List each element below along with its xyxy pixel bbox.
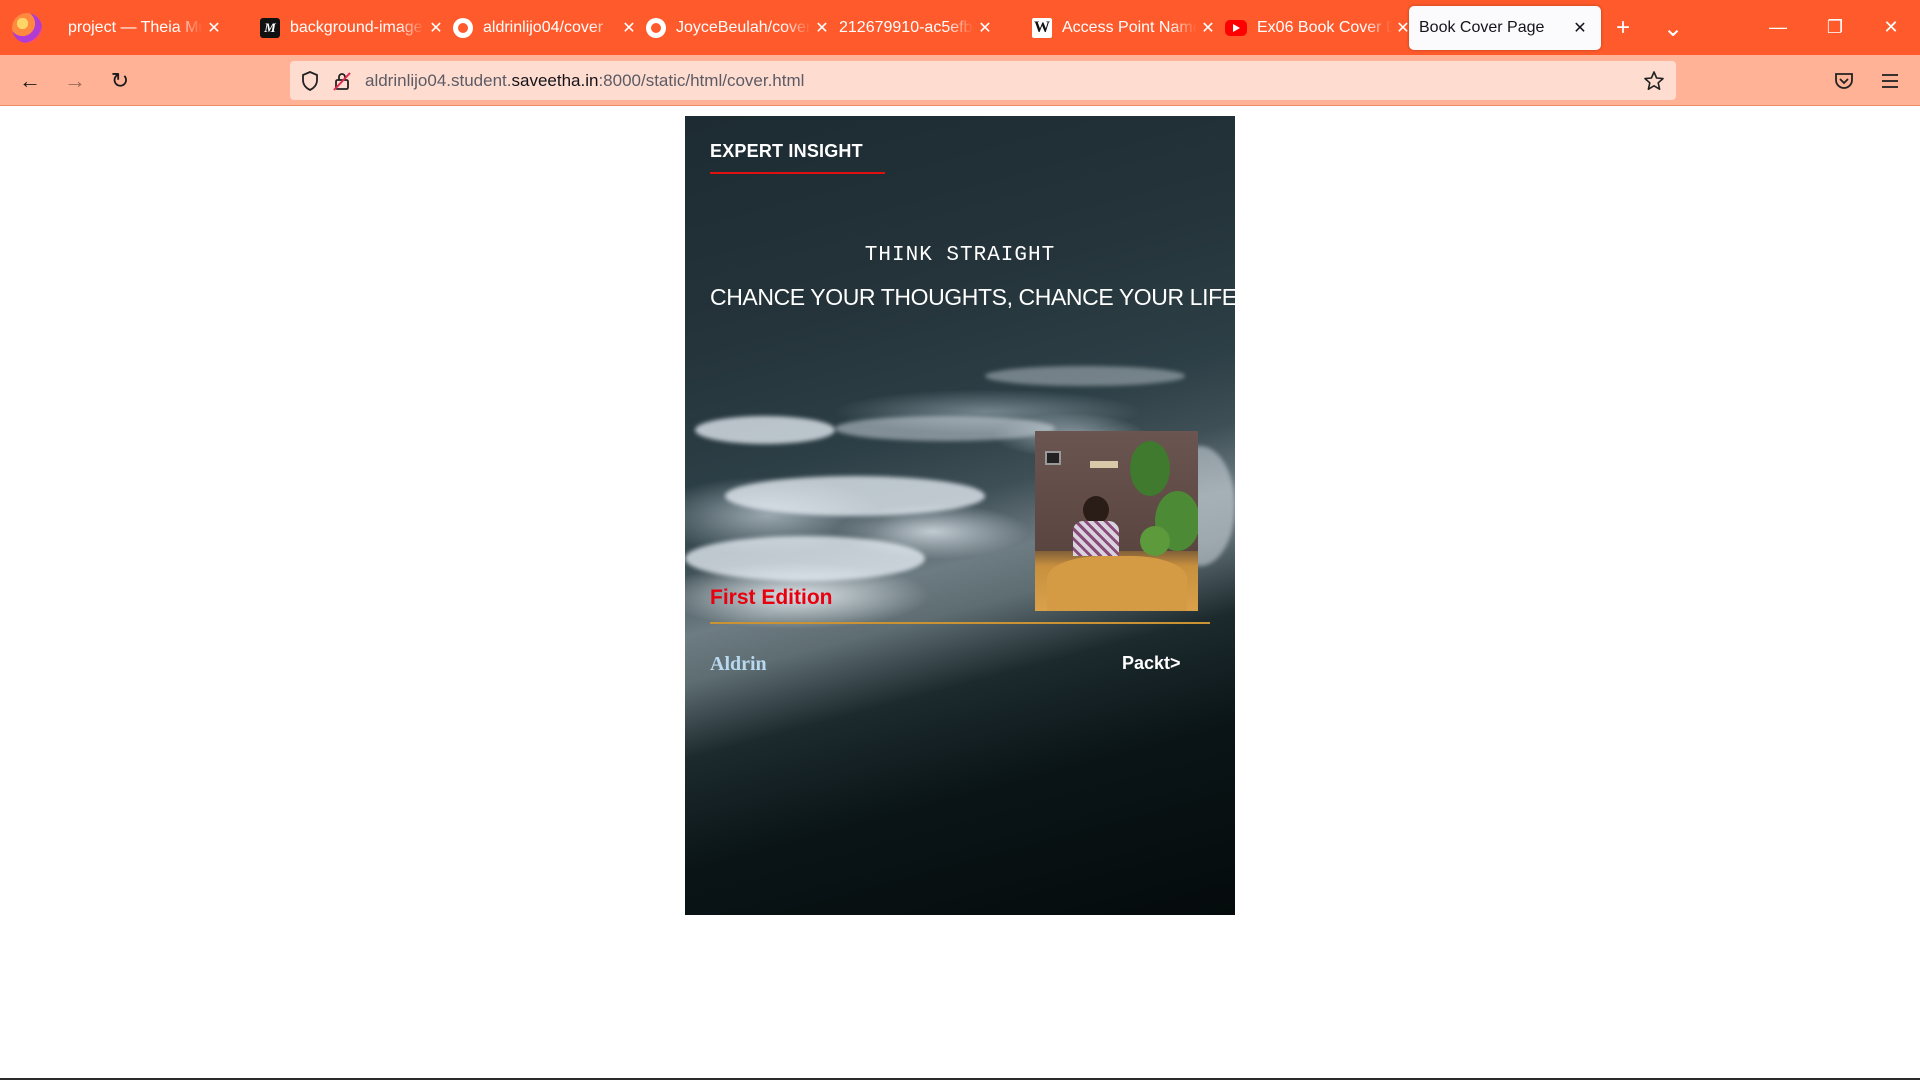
publisher-name: Packt> xyxy=(1122,653,1181,673)
book-cover: EXPERT INSIGHT THINK STRAIGHT CHANCE YOU… xyxy=(685,116,1235,915)
wave-foam xyxy=(725,476,985,516)
label-underline xyxy=(710,172,885,174)
tab-wikipedia[interactable]: W Access Point Name ✕ xyxy=(1032,6,1217,50)
medium-icon: M xyxy=(260,18,280,38)
tab-title: JoyceBeulah/cover xyxy=(676,19,811,36)
close-icon[interactable]: ✕ xyxy=(976,18,994,38)
tab-title: Access Point Name xyxy=(1062,19,1197,36)
close-icon[interactable]: ✕ xyxy=(427,18,445,38)
window-close-button[interactable]: ✕ xyxy=(1868,8,1914,46)
bookmark-star-icon[interactable] xyxy=(1642,69,1666,93)
tab-title: background-image xyxy=(290,19,423,36)
tab-github-joycebeulah[interactable]: JoyceBeulah/cover ✕ xyxy=(646,6,831,50)
tab-theia[interactable]: project — Theia Multi ✕ xyxy=(68,6,223,50)
wave-foam xyxy=(695,416,835,444)
author-photo xyxy=(1035,431,1198,611)
wave-foam xyxy=(835,416,1055,441)
tab-book-cover-active[interactable]: Book Cover Page ✕ xyxy=(1409,6,1601,50)
navigation-bar: ← → ↻ aldrinlijo04.student.saveetha.in:8… xyxy=(0,55,1920,106)
tab-youtube[interactable]: Ex06 Book Cover D ✕ xyxy=(1225,6,1412,50)
tab-title: Book Cover Page xyxy=(1419,19,1545,36)
tab-background-image[interactable]: M background-image ✕ xyxy=(260,6,445,50)
restore-button[interactable]: ❐ xyxy=(1812,8,1858,46)
tab-title: Ex06 Book Cover D xyxy=(1257,19,1392,36)
tab-list-button[interactable]: ⌄ xyxy=(1655,10,1691,46)
close-icon[interactable]: ✕ xyxy=(620,18,638,38)
minimize-button[interactable]: — xyxy=(1755,8,1801,46)
author-name: Aldrin xyxy=(710,653,767,675)
insecure-lock-icon[interactable] xyxy=(330,69,354,93)
wikipedia-icon: W xyxy=(1032,18,1052,38)
tab-title: aldrinlijo04/cover xyxy=(483,19,604,36)
new-tab-button[interactable]: + xyxy=(1605,10,1641,46)
close-icon[interactable]: ✕ xyxy=(1571,18,1589,38)
book-subtitle: CHANCE YOUR THOUGHTS, CHANCE YOUR LIFE xyxy=(710,284,1235,310)
tab-github-aldrinlijo04[interactable]: aldrinlijo04/cover ✕ xyxy=(453,6,638,50)
youtube-icon xyxy=(1225,20,1247,36)
url-suffix: :8000/static/html/cover.html xyxy=(598,71,805,90)
edition-rule xyxy=(710,622,1210,624)
back-button[interactable]: ← xyxy=(12,63,48,99)
github-icon xyxy=(453,18,473,38)
forward-button[interactable]: → xyxy=(57,63,93,99)
tab-title: 212679910-ac5efb46- xyxy=(839,19,974,36)
pocket-icon[interactable] xyxy=(1826,63,1862,99)
wave-foam xyxy=(685,536,925,581)
tab-title: project — Theia Multi xyxy=(68,19,203,36)
edition-label: First Edition xyxy=(710,586,833,609)
book-title: THINK STRAIGHT xyxy=(864,244,1056,267)
cover-label: EXPERT INSIGHT xyxy=(710,141,863,161)
close-icon[interactable]: ✕ xyxy=(1199,18,1217,38)
github-icon xyxy=(646,18,666,38)
menu-icon[interactable] xyxy=(1872,63,1908,99)
shield-icon[interactable] xyxy=(298,69,322,93)
tab-image[interactable]: 212679910-ac5efb46- ✕ xyxy=(839,6,994,50)
url-bar[interactable]: aldrinlijo04.student.saveetha.in:8000/st… xyxy=(290,61,1676,100)
reload-button[interactable]: ↻ xyxy=(102,63,138,99)
close-icon[interactable]: ✕ xyxy=(205,18,223,38)
url-prefix: aldrinlijo04.student. xyxy=(365,71,512,90)
firefox-logo-icon[interactable] xyxy=(12,13,42,43)
close-icon[interactable]: ✕ xyxy=(813,18,831,38)
url-text[interactable]: aldrinlijo04.student.saveetha.in:8000/st… xyxy=(365,71,804,91)
wave-foam xyxy=(985,366,1185,386)
tab-strip: project — Theia Multi ✕ M background-ima… xyxy=(0,0,1920,55)
url-domain: saveetha.in xyxy=(511,71,599,90)
